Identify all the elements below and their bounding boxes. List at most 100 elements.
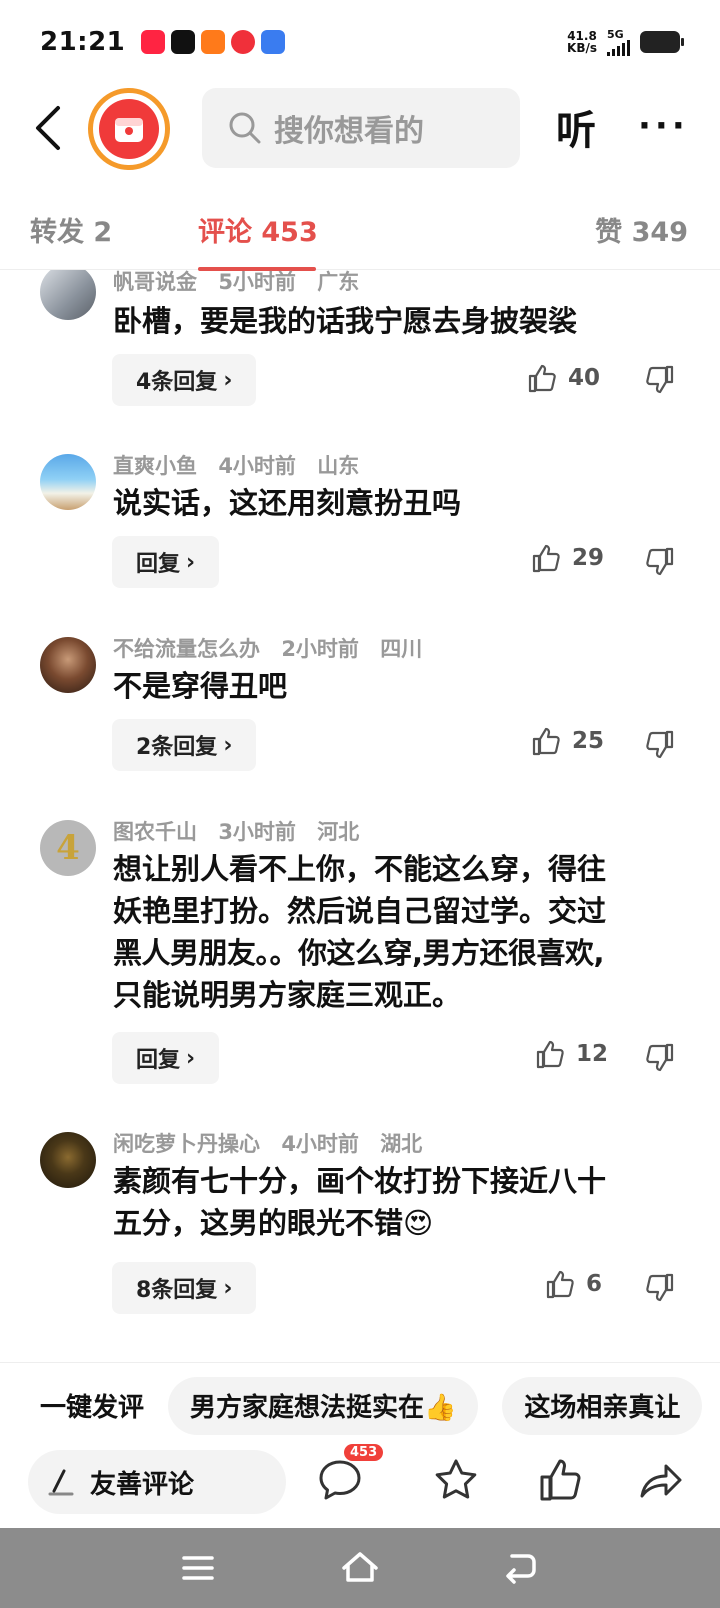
quick-reply-chip[interactable]: 这场相亲真让 xyxy=(502,1376,703,1435)
like-count: 29 xyxy=(572,545,605,571)
comment-text-line: 素颜有七十分，画个妆打扮下接近八十 xyxy=(113,1164,607,1198)
comment-meta: 帆哥说金 5小时前 广东 xyxy=(113,270,373,296)
search-placeholder: 搜你想看的 xyxy=(274,114,424,149)
comment-text-line: 想让别人看不上你，不能这么穿，得往 xyxy=(113,852,607,886)
chevron-right-icon: › xyxy=(223,1275,233,1301)
thumbs-up-icon xyxy=(532,544,560,573)
like-count: 25 xyxy=(572,728,605,754)
comment-meta: 不给流量怎么办 2小时前 四川 xyxy=(113,633,436,663)
comment-time: 4小时前 xyxy=(218,454,296,478)
reply-button[interactable]: 2条回复 › xyxy=(112,719,257,771)
chevron-right-icon: › xyxy=(223,367,233,393)
thumbs-down-icon[interactable] xyxy=(644,1042,676,1074)
thumbs-up-icon[interactable] xyxy=(536,1456,584,1504)
comment-text[interactable]: 素颜有七十分，画个妆打扮下接近八十 五分，这男的眼光不错😍 xyxy=(113,1160,683,1244)
logo-icon xyxy=(115,118,143,142)
reply-button[interactable]: 8条回复 › xyxy=(112,1262,257,1314)
comment-input[interactable]: 友善评论 xyxy=(28,1450,286,1514)
reply-label: 8条回复 xyxy=(136,1278,218,1303)
comment-text[interactable]: 不是穿得丑吧 xyxy=(113,665,683,707)
comment-text[interactable]: 卧槽，要是我的话我宁愿去身披袈裟 xyxy=(113,300,683,342)
status-time: 21:21 xyxy=(40,27,126,57)
menu-icon[interactable] xyxy=(178,1548,218,1588)
comment-icon[interactable] xyxy=(316,1456,364,1504)
reply-button[interactable]: 回复 › xyxy=(112,536,220,588)
comment-list[interactable]: 帆哥说金 5小时前 广东 卧槽，要是我的话我宁愿去身披袈裟 4条回复 › 40 直… xyxy=(0,270,720,1362)
share-icon[interactable] xyxy=(636,1456,684,1504)
tab-likes[interactable]: 赞 349 xyxy=(595,210,688,249)
avatar[interactable] xyxy=(40,270,96,320)
star-icon[interactable] xyxy=(432,1456,480,1504)
comment-time: 5小时前 xyxy=(218,270,296,294)
thumbs-down-icon[interactable] xyxy=(644,729,676,761)
comment-text-line: 说实话，这还用刻意扮丑吗 xyxy=(113,486,462,520)
home-icon[interactable] xyxy=(340,1548,380,1588)
listen-button[interactable]: 听 xyxy=(556,98,596,156)
comment-username[interactable]: 图农千山 xyxy=(113,820,197,844)
comment-meta: 闲吃萝卜丹操心 4小时前 湖北 xyxy=(113,1128,436,1158)
reply-button[interactable]: 4条回复 › xyxy=(112,354,257,406)
comment-meta: 直爽小鱼 4小时前 山东 xyxy=(113,450,373,480)
back-nav-icon[interactable] xyxy=(500,1548,540,1588)
comment-username[interactable]: 闲吃萝卜丹操心 xyxy=(113,1132,260,1156)
like-button[interactable]: 6 xyxy=(544,1268,602,1300)
status-app-icons xyxy=(141,30,286,54)
tab-comments[interactable]: 评论 453 xyxy=(198,210,318,249)
like-button[interactable]: 29 xyxy=(530,542,604,574)
battery-icon xyxy=(640,31,684,53)
comment-location: 山东 xyxy=(317,454,360,478)
chevron-right-icon: › xyxy=(186,1045,196,1071)
quick-reply-bar: 一键发评 男方家庭想法挺实在👍 这场相亲真让 xyxy=(0,1362,720,1448)
thumbs-up-icon xyxy=(528,364,556,393)
like-button[interactable]: 40 xyxy=(526,362,600,394)
avatar[interactable] xyxy=(40,454,96,510)
more-icon[interactable]: ··· xyxy=(638,106,689,146)
like-button[interactable]: 25 xyxy=(530,725,604,757)
signal-bars-icon xyxy=(607,39,630,56)
avatar[interactable] xyxy=(40,1132,96,1188)
comment-input-label: 友善评论 xyxy=(90,1469,195,1500)
search-input[interactable]: 搜你想看的 xyxy=(202,88,520,168)
bottom-action-bar: 友善评论 453 xyxy=(0,1444,720,1528)
comment-username[interactable]: 帆哥说金 xyxy=(113,270,197,294)
comment-time: 3小时前 xyxy=(218,820,296,844)
back-icon[interactable] xyxy=(30,104,70,152)
net-speed: 41.8 KB/s xyxy=(567,30,597,54)
comment-text-line: 不是穿得丑吧 xyxy=(113,669,288,703)
comment-text[interactable]: 想让别人看不上你，不能这么穿，得往 妖艳里打扮。然后说自己留过学。交过 黑人男朋… xyxy=(113,848,683,1016)
header: 搜你想看的 听 ··· xyxy=(0,84,720,174)
reply-button[interactable]: 回复 › xyxy=(112,1032,220,1084)
chevron-right-icon: › xyxy=(186,549,196,575)
comment-username[interactable]: 直爽小鱼 xyxy=(113,454,197,478)
reply-label: 回复 xyxy=(136,552,181,577)
tab-forward[interactable]: 转发 2 xyxy=(30,210,112,249)
comment-text-line: 妖艳里打扮。然后说自己留过学。交过 xyxy=(113,894,607,928)
thumbs-down-icon[interactable] xyxy=(644,364,676,396)
thumbs-up-icon xyxy=(536,1040,564,1069)
comment-location: 四川 xyxy=(380,637,423,661)
comment-count-badge: 453 xyxy=(344,1444,384,1461)
thumbs-up-icon xyxy=(532,727,560,756)
quick-reply-chip[interactable]: 男方家庭想法挺实在👍 xyxy=(168,1376,479,1435)
system-nav-bar xyxy=(0,1528,720,1608)
comment-username[interactable]: 不给流量怎么办 xyxy=(113,637,260,661)
comment-time: 2小时前 xyxy=(281,637,359,661)
like-count: 12 xyxy=(576,1041,609,1067)
comment-time: 4小时前 xyxy=(281,1132,359,1156)
chevron-right-icon: › xyxy=(223,732,233,758)
avatar[interactable] xyxy=(40,637,96,693)
app-logo[interactable] xyxy=(88,88,170,170)
thumbs-down-icon[interactable] xyxy=(644,546,676,578)
netease-music-icon xyxy=(231,30,256,54)
comment-text-line: 五分，这男的眼光不错😍 xyxy=(113,1206,434,1240)
avatar[interactable]: 4 xyxy=(40,820,96,876)
avatar-glyph: 4 xyxy=(56,828,80,868)
comment-location: 河北 xyxy=(317,820,360,844)
search-icon xyxy=(229,112,261,144)
tab-bar: 转发 2 评论 453 赞 349 xyxy=(0,194,720,271)
like-button[interactable]: 12 xyxy=(534,1038,608,1070)
signal-type: 5G xyxy=(607,27,624,41)
thumbs-down-icon[interactable] xyxy=(644,1272,676,1304)
app-logo-mark xyxy=(99,99,159,159)
comment-text[interactable]: 说实话，这还用刻意扮丑吗 xyxy=(113,482,683,524)
